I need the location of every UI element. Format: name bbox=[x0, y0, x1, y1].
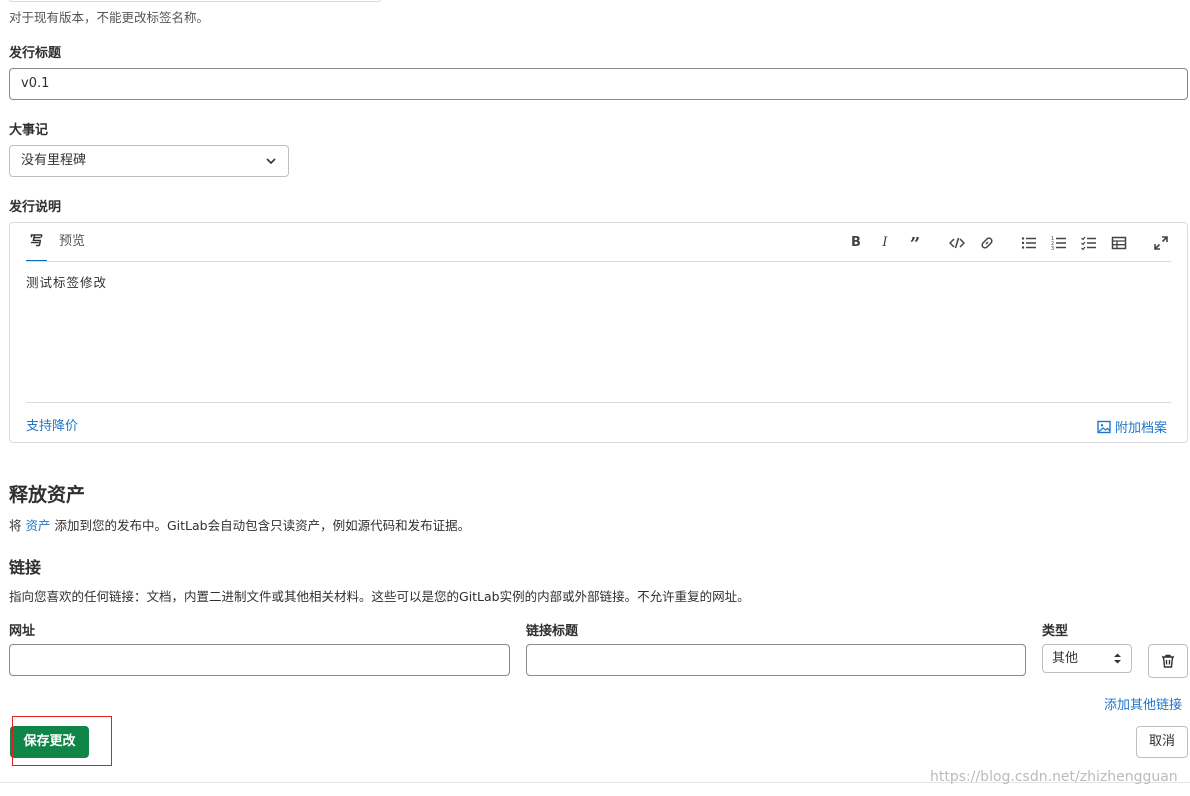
assets-desc-prefix: 将 bbox=[9, 518, 22, 533]
quote-icon[interactable]: ” bbox=[905, 233, 925, 255]
fullscreen-icon[interactable] bbox=[1151, 233, 1171, 253]
assets-desc-suffix: 添加到您的发布中。GitLab会自动包含只读资产，例如源代码和发布证据。 bbox=[54, 518, 471, 533]
code-icon[interactable] bbox=[947, 233, 967, 253]
italic-icon[interactable]: I bbox=[875, 233, 895, 253]
tab-write[interactable]: 写 bbox=[26, 223, 48, 262]
url-input[interactable] bbox=[9, 644, 510, 676]
cancel-button[interactable]: 取消 bbox=[1136, 726, 1188, 758]
links-description: 指向您喜欢的任何链接：文档，内置二进制文件或其他相关材料。这些可以是您的GitL… bbox=[9, 589, 750, 604]
link-icon[interactable] bbox=[977, 233, 997, 253]
link-type-label: 类型 bbox=[1042, 624, 1069, 639]
milestone-label: 大事记 bbox=[9, 123, 49, 138]
highlight-box bbox=[12, 716, 112, 766]
image-icon bbox=[1097, 420, 1111, 433]
milestone-select-value: 没有里程碑 bbox=[21, 153, 87, 168]
assets-doc-link[interactable]: 资产 bbox=[26, 518, 51, 533]
release-title-label: 发行标题 bbox=[9, 46, 62, 61]
markdown-support-link[interactable]: 支持降价 bbox=[26, 415, 78, 434]
task-list-icon[interactable] bbox=[1079, 233, 1099, 253]
remove-link-button[interactable] bbox=[1148, 644, 1188, 678]
assets-description: 将 资产 添加到您的发布中。GitLab会自动包含只读资产，例如源代码和发布证据… bbox=[9, 515, 470, 534]
chevron-down-icon bbox=[266, 158, 276, 165]
editor-tabs: 写 预览 bbox=[26, 223, 97, 262]
link-type-value: 其他 bbox=[1052, 651, 1079, 666]
attach-file-label: 附加档案 bbox=[1115, 421, 1168, 436]
link-title-input[interactable] bbox=[526, 644, 1026, 676]
milestone-select[interactable]: 没有里程碑 bbox=[9, 145, 289, 177]
release-notes-textarea[interactable]: 测试标签修改 bbox=[26, 272, 107, 291]
link-type-select[interactable]: 其他 bbox=[1042, 644, 1132, 673]
tag-help-text: 对于现有版本，不能更改标签名称。 bbox=[9, 10, 210, 25]
editor-footer-divider bbox=[26, 402, 1171, 403]
tag-name-input[interactable] bbox=[8, 0, 382, 2]
trash-icon bbox=[1162, 654, 1174, 668]
add-another-link[interactable]: 添加其他链接 bbox=[1104, 694, 1182, 713]
assets-heading: 释放资产 bbox=[9, 484, 86, 506]
release-title-input[interactable]: v0.1 bbox=[9, 68, 1188, 100]
url-label: 网址 bbox=[9, 624, 36, 639]
release-notes-label: 发行说明 bbox=[9, 200, 62, 215]
link-title-label: 链接标题 bbox=[526, 624, 579, 639]
tab-preview[interactable]: 预览 bbox=[55, 223, 89, 262]
svg-text:3: 3 bbox=[1051, 246, 1054, 251]
sort-arrows-icon bbox=[1114, 653, 1121, 664]
numbered-list-icon[interactable]: 123 bbox=[1049, 233, 1069, 253]
tab-divider bbox=[26, 261, 1171, 262]
attach-file-button[interactable]: 附加档案 bbox=[1097, 417, 1167, 436]
bold-icon[interactable]: B bbox=[846, 233, 866, 253]
markdown-editor: 写 预览 B I ” 123 测试标签修改 支持降价 附加档案 bbox=[9, 222, 1188, 443]
watermark-text: https://blog.csdn.net/zhizhengguan bbox=[930, 769, 1178, 785]
links-heading: 链接 bbox=[9, 558, 42, 577]
bullet-list-icon[interactable] bbox=[1019, 233, 1039, 253]
table-icon[interactable] bbox=[1109, 233, 1129, 253]
